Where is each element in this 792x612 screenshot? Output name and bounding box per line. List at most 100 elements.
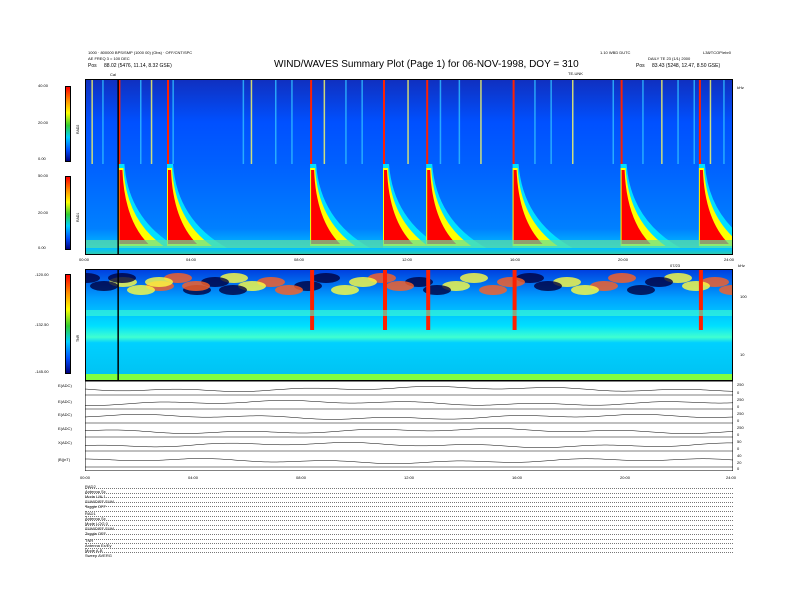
tnr-blob [108,273,136,283]
rad2-streak [534,80,536,164]
tnr-blob [127,285,155,295]
tnr-blob [386,281,414,291]
rad1-tick-top: 50.00 [38,173,49,178]
trace-right-0a: 250 [737,382,744,387]
header-left-line2: AE FREQ 3 = 100 DEC [88,56,130,61]
footer-dotted-line [85,506,733,508]
tnr-blob [331,285,359,295]
rad2-streak [323,80,326,164]
footer-dotted-line [85,543,733,545]
tnr-blob [460,273,488,283]
tnr-right-tick-100: 100 [740,294,747,299]
tnr-blob [219,285,247,295]
rad2-streak [693,80,695,164]
trace-line [84,442,733,448]
trace-svg [84,380,734,472]
rad2-streak [723,80,725,164]
tnr-plasma-line [86,310,732,316]
rad2-burst-line [426,80,429,164]
rad2-streak [480,80,482,164]
footer-dotted-line [85,529,733,531]
footer-dotted-line [85,511,733,512]
time-tick-6: 24:00 [724,257,735,262]
tnr-blob [534,281,562,291]
trace-right-1a: 250 [737,397,744,402]
rad2-label: RAD2 [76,124,80,134]
footer-dotted-line [85,534,733,535]
tnr-blob [627,285,655,295]
tnr-tick-bottom: -145.00 [35,369,49,374]
tnr-colorbar [65,274,71,374]
rad2-streak [102,80,104,164]
rad2-burst-line [310,80,313,164]
tnr-burst [426,270,431,330]
rad2-background [86,80,732,164]
tnr-burst [698,270,703,330]
trace-right-5a: 40 [737,453,742,458]
rad2-burst-line [383,80,385,164]
trace-right-2a: 250 [737,411,744,416]
time-tick-0: 00:00 [79,257,90,262]
trace-right-4b: 0 [737,446,740,451]
trace-right-5c: 0 [737,466,740,471]
bottom-time-tick-2: 08:00 [296,475,307,480]
rad2-streak [242,80,245,164]
rad2-streak [661,80,663,164]
time-tick-2: 08:00 [294,257,305,262]
tnr-top-right-label: 07/23 [670,263,681,268]
trace-label-0: E(ADC) [58,383,72,388]
rad2-streak [140,80,142,164]
tnr-blob [571,285,599,295]
tnr-blob [312,273,340,283]
tnr-blob [90,281,118,291]
tnr-khz-label: kHz [738,263,745,268]
footer-dotted-line [85,492,733,494]
cal-marker-line [117,80,119,254]
tnr-blob [497,277,525,287]
footer-dotted-line [85,488,733,489]
trace-right-0b: 0 [737,390,740,395]
header-right-line2: DAILY TE 23 (1/1) 2000 [648,56,691,61]
trace-line [85,400,734,406]
tnr-blob [275,285,303,295]
bottom-time-tick-4: 16:00 [512,475,523,480]
trace-line [84,386,734,392]
footer-row-13: Sweep AVERG [85,553,112,558]
time-tick-5: 20:00 [618,257,629,262]
rad2-streak [572,80,574,164]
rad2-streak [150,80,153,164]
footer-dotted-line [85,547,733,549]
rad2-streak [439,80,442,164]
tnr-burst [512,270,517,330]
tnr-tick-top: -120.00 [35,272,49,277]
trace-panel [84,380,734,472]
header-left-pos-label: Pos [88,63,97,69]
trace-label-1: E(ADC) [58,399,72,404]
tnr-burst [310,270,315,330]
rad2-streak [250,80,253,164]
footer-dotted-line [85,524,733,526]
rad1-low-band [86,240,732,248]
trace-line [84,428,734,434]
rad2-tick-mid: 20.00 [38,120,49,125]
footer-dotted-line [85,497,733,499]
time-tick-4: 16:00 [510,257,521,262]
footer-dotted-line [85,538,733,540]
tnr-spectrogram [85,269,733,381]
header-left-line1: 1000 · 800000 BPS/SMP (1000 00) (Obs) · … [88,50,193,55]
header-right-pos-value: 83.43 (5248, 12.47, 8.50 GSE) [652,63,721,69]
tnr-burst [383,270,387,330]
bottom-time-tick-3: 12:00 [404,475,415,480]
rad2-burst-line [620,80,623,164]
header-right-pos-label: Pos [636,63,645,69]
footer-dotted-line [85,520,733,522]
rad2-colorbar [65,86,71,162]
header-right-line1: 1.10 WBD DUTC [600,50,631,55]
tnr-blob [349,277,377,287]
rad2-streak [677,80,679,164]
header-right-line1b: L38/TCOP/ebr0 [703,50,732,55]
tnr-label: TNR [76,334,80,342]
trace-right-3a: 250 [737,425,744,430]
trace-line [84,414,734,420]
tnr-blob [145,277,173,287]
